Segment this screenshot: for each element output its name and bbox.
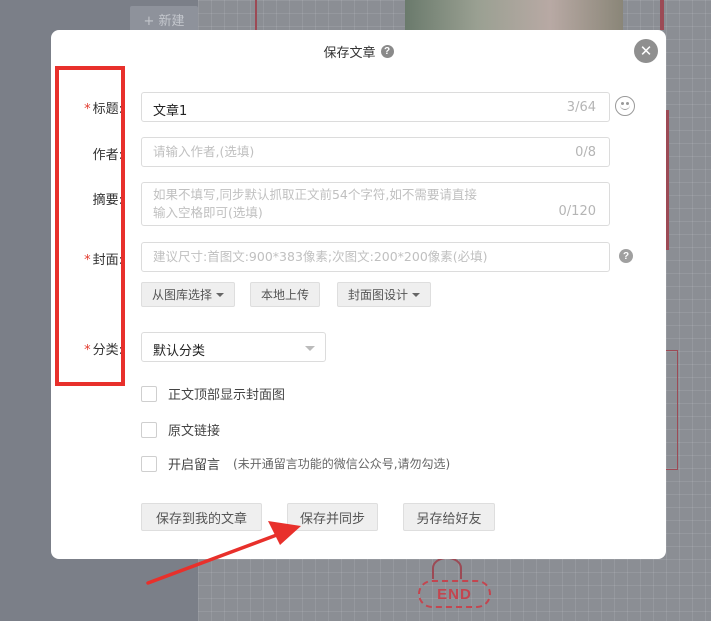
save-to-friend-button[interactable]: 另存给好友: [403, 503, 495, 531]
canvas-decoration: [255, 0, 257, 30]
local-upload-button[interactable]: 本地上传: [250, 282, 320, 307]
title-input[interactable]: 文章1 3/64: [141, 92, 610, 122]
save-and-sync-button[interactable]: 保存并同步: [287, 503, 378, 531]
caret-down-icon: [305, 346, 315, 351]
help-icon[interactable]: ?: [380, 45, 394, 58]
cover-input[interactable]: 建议尺寸:首图文:900*383像素;次图文:200*200像素(必填): [141, 242, 610, 272]
canvas-decoration: [660, 0, 664, 30]
summary-placeholder-line2: 输入空格即可(选填): [153, 205, 263, 220]
category-select[interactable]: 默认分类: [141, 332, 326, 362]
close-icon[interactable]: ✕: [634, 39, 658, 63]
save-to-my-articles-button[interactable]: 保存到我的文章: [141, 503, 262, 531]
original-link-checkbox[interactable]: [141, 421, 157, 438]
show-cover-checkbox[interactable]: [141, 385, 157, 402]
canvas-frame: [666, 350, 678, 470]
original-link-option[interactable]: 原文链接: [141, 420, 220, 439]
dialog-title: 保存文章: [323, 46, 376, 61]
end-badge: END: [418, 580, 491, 608]
enable-comments-note: (未开通留言功能的微信公众号,请勿勾选): [233, 457, 451, 471]
original-link-label: 原文链接: [168, 424, 221, 439]
enable-comments-option[interactable]: 开启留言 (未开通留言功能的微信公众号,请勿勾选): [141, 454, 450, 473]
caret-down-icon: [216, 292, 224, 297]
summary-placeholder-line1: 如果不填写,同步默认抓取正文前54个字符,如不需要请直接: [153, 187, 477, 202]
title-counter: 3/64: [566, 100, 596, 115]
new-article-label: + 新建: [143, 13, 185, 29]
enable-comments-checkbox[interactable]: [141, 455, 157, 472]
flower-decoration-icon: [432, 557, 462, 579]
canvas-photo: [405, 0, 623, 30]
summary-counter: 0/120: [558, 204, 596, 219]
show-cover-option[interactable]: 正文顶部显示封面图: [141, 384, 285, 403]
dialog-header: 保存文章 ?: [51, 30, 666, 73]
author-counter: 0/8: [575, 145, 596, 160]
end-label: END: [437, 585, 472, 603]
canvas-decoration: [666, 110, 669, 250]
smiley-icon[interactable]: [615, 96, 635, 116]
save-article-dialog: 保存文章 ? ✕ * 标题: 文章1 3/64 作者: 请输入作者,(选填) 0/…: [51, 30, 666, 559]
title-value: 文章1: [153, 104, 188, 119]
show-cover-label: 正文顶部显示封面图: [168, 388, 286, 403]
choose-from-library-button[interactable]: 从图库选择: [141, 282, 235, 307]
new-article-button: + 新建: [130, 6, 198, 32]
cover-design-button[interactable]: 封面图设计: [337, 282, 431, 307]
caret-down-icon: [412, 292, 420, 297]
cover-help-icon[interactable]: ?: [619, 249, 633, 263]
cover-placeholder: 建议尺寸:首图文:900*383像素;次图文:200*200像素(必填): [153, 249, 488, 264]
author-placeholder: 请输入作者,(选填): [153, 144, 255, 159]
enable-comments-label: 开启留言: [168, 458, 221, 473]
annotation-highlight-box: [55, 66, 125, 386]
category-value: 默认分类: [153, 344, 206, 359]
summary-textarea[interactable]: 如果不填写,同步默认抓取正文前54个字符,如不需要请直接 输入空格即可(选填) …: [141, 182, 610, 226]
author-input[interactable]: 请输入作者,(选填) 0/8: [141, 137, 610, 167]
